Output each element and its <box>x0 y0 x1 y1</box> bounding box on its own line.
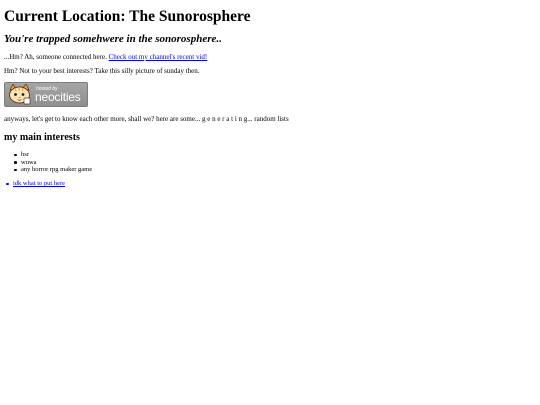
bullet-icon <box>14 153 17 156</box>
interest-label: any horror rpg maker game <box>21 166 93 173</box>
bullet-icon <box>14 161 17 164</box>
interests-heading: my main interests <box>4 132 80 143</box>
page-subtitle: You're trapped somehwere in the sonorosp… <box>4 33 222 45</box>
intro-text: ...Hm? Ah, someone connected here. <box>4 53 107 61</box>
links-list: idk what to put here <box>6 180 65 188</box>
bullet-icon <box>14 168 17 171</box>
list-item: any horror rpg maker game <box>14 166 93 174</box>
bullet-icon <box>6 182 9 185</box>
neocities-badge[interactable]: hosted by neocities <box>4 82 88 107</box>
interests-list: hsr wuwa any horror rpg maker game <box>14 151 93 174</box>
neocities-cat-icon <box>9 84 31 105</box>
page-title: Current Location: The Sunorosphere <box>4 8 251 25</box>
channel-video-link[interactable]: Check out my channel's recent vid! <box>109 53 208 61</box>
interest-label: wuwa <box>21 158 37 166</box>
interests-prompt: Hm? Not to your best interests? Take thi… <box>4 67 200 75</box>
list-item: idk what to put here <box>6 180 65 188</box>
interest-label: hsr <box>21 151 29 158</box>
list-item: hsr <box>14 151 92 159</box>
list-item: wuwa <box>14 158 92 167</box>
badge-brand: neocities <box>35 90 81 104</box>
misc-link[interactable]: idk what to put here <box>13 180 65 187</box>
intro-paragraph: ...Hm? Ah, someone connected here. Check… <box>4 53 207 62</box>
lists-intro: anyways, let's get to know each other mo… <box>4 115 289 123</box>
